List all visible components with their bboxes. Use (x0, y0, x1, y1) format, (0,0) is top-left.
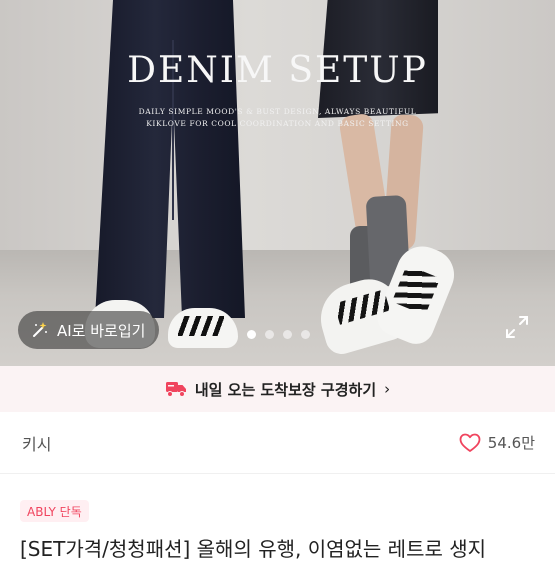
image-subline: KIKLOVE FOR COOL COORDINATION AND BASIC … (146, 119, 409, 128)
delivery-guarantee-banner[interactable]: 내일 오는 도착보장 구경하기 › (0, 366, 555, 412)
image-subline: DAILY SIMPLE MOOD'S & BUST DESIGN, ALWAY… (138, 107, 417, 116)
expand-icon[interactable] (502, 312, 532, 342)
delivery-banner-text: 내일 오는 도착보장 구경하기 (194, 380, 377, 399)
exclusive-badge-label: ABLY 단독 (27, 504, 82, 519)
product-title: [SET가격/청청패션] 올해의 유행, 이염없는 레트로 생지 (20, 537, 487, 561)
like-button[interactable]: 54.6만 (459, 432, 535, 453)
product-image-carousel[interactable]: DENIM SETUP DAILY SIMPLE MOOD'S & BUST D… (0, 0, 555, 366)
shop-row: 키시 54.6만 (0, 412, 555, 474)
ai-try-on-label: AI로 바로입기 (57, 321, 146, 340)
shoe-stripes (178, 316, 224, 336)
carousel-dot-active[interactable] (247, 330, 256, 339)
chevron-right-icon: › (384, 380, 391, 398)
like-count: 54.6만 (487, 434, 535, 452)
heart-outline-icon (459, 433, 481, 453)
carousel-dot[interactable] (265, 330, 274, 339)
shop-name-link[interactable]: 키시 (22, 431, 51, 455)
carousel-indicator (247, 330, 310, 339)
carousel-dot[interactable] (301, 330, 310, 339)
ai-try-on-button[interactable]: AI로 바로입기 (18, 311, 160, 349)
image-headline: DENIM SETUP (127, 50, 428, 91)
magic-wand-icon (30, 320, 50, 340)
carousel-dot[interactable] (283, 330, 292, 339)
truck-icon (165, 380, 187, 398)
exclusive-badge: ABLY 단독 (20, 500, 89, 522)
